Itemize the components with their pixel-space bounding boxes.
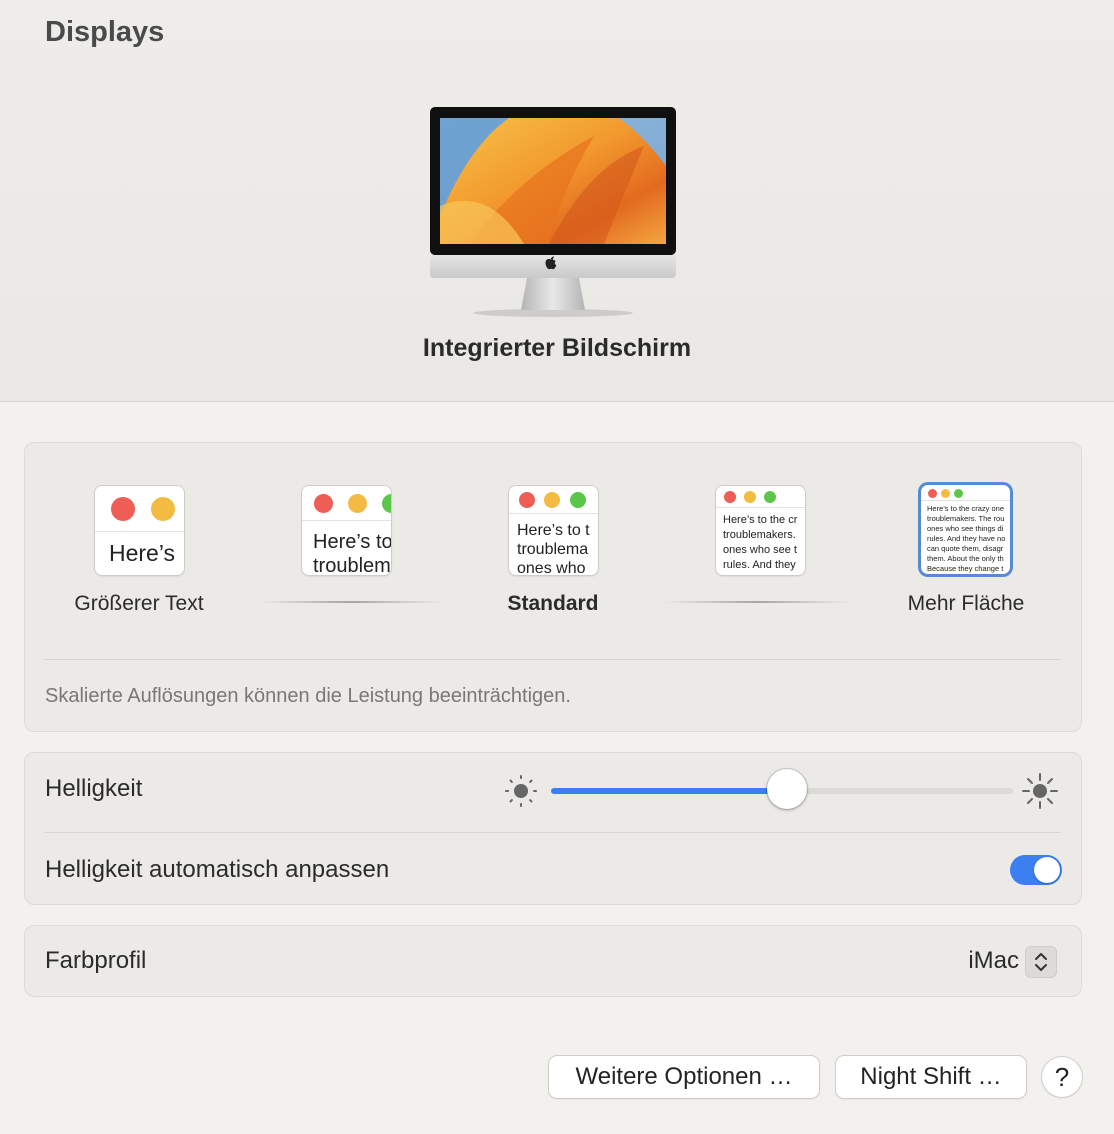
imac-display-icon[interactable] xyxy=(429,106,677,321)
minimize-dot-icon xyxy=(151,497,175,521)
page-title: Displays xyxy=(45,16,165,48)
brightness-slider-knob[interactable] xyxy=(766,769,807,809)
scale-label-more-space: Mehr Fläche xyxy=(907,592,1025,615)
scale-track-line xyxy=(664,601,849,603)
scale-option-standard[interactable]: Here’s to t troublema ones who xyxy=(509,486,598,575)
close-dot-icon xyxy=(519,492,535,508)
scale-label-standard: Standard xyxy=(507,592,599,615)
minimize-dot-icon xyxy=(744,491,756,503)
zoom-dot-icon xyxy=(764,491,776,503)
close-dot-icon xyxy=(724,491,736,503)
brightness-low-icon xyxy=(505,775,537,807)
brightness-card: Helligkeit Helligkeit automatisch anpass… xyxy=(24,752,1082,905)
close-dot-icon xyxy=(314,494,333,513)
color-profile-value[interactable]: iMac xyxy=(968,947,1019,975)
row-divider xyxy=(45,832,1061,833)
zoom-dot-icon xyxy=(954,489,963,498)
scaling-performance-note: Skalierte Auflösungen können die Leistun… xyxy=(45,685,571,707)
minimize-dot-icon xyxy=(544,492,560,508)
scale-track-line xyxy=(258,601,443,603)
scale-option-more-space[interactable]: Here’s to the crazy one troublemakers. T… xyxy=(921,485,1010,574)
help-button[interactable]: ? xyxy=(1042,1057,1082,1097)
color-profile-card: Farbprofil iMac xyxy=(24,925,1082,997)
toggle-knob xyxy=(1034,857,1060,883)
auto-brightness-toggle[interactable] xyxy=(1010,855,1062,885)
chevron-up-down-icon xyxy=(1035,953,1047,971)
minimize-dot-icon xyxy=(348,494,367,513)
brightness-high-icon xyxy=(1022,773,1058,809)
section-divider xyxy=(45,659,1061,660)
scale-option-larger-text[interactable]: Here’s xyxy=(95,486,184,575)
auto-brightness-label: Helligkeit automatisch anpassen xyxy=(45,856,390,883)
night-shift-button[interactable]: Night Shift … xyxy=(836,1056,1026,1098)
color-profile-label: Farbprofil xyxy=(45,947,147,974)
scale-option-2[interactable]: Here’s to troublem xyxy=(302,486,391,575)
display-name: Integrierter Bildschirm xyxy=(422,334,692,362)
close-dot-icon xyxy=(928,489,937,498)
color-profile-stepper[interactable] xyxy=(1025,946,1057,978)
minimize-dot-icon xyxy=(941,489,950,498)
display-header: Displays Integrierter Bildschirm xyxy=(0,0,1114,402)
more-options-button[interactable]: Weitere Optionen … xyxy=(549,1056,819,1098)
brightness-slider-fill xyxy=(551,788,787,794)
scale-option-4[interactable]: Here’s to the cr troublemakers. ones who… xyxy=(716,486,805,575)
close-dot-icon xyxy=(111,497,135,521)
resolution-scaling-card: Here’s Größerer Text Here’s to troublem … xyxy=(24,442,1082,732)
scale-label-larger-text: Größerer Text xyxy=(74,592,204,615)
brightness-label: Helligkeit xyxy=(45,775,143,802)
zoom-dot-icon xyxy=(570,492,586,508)
